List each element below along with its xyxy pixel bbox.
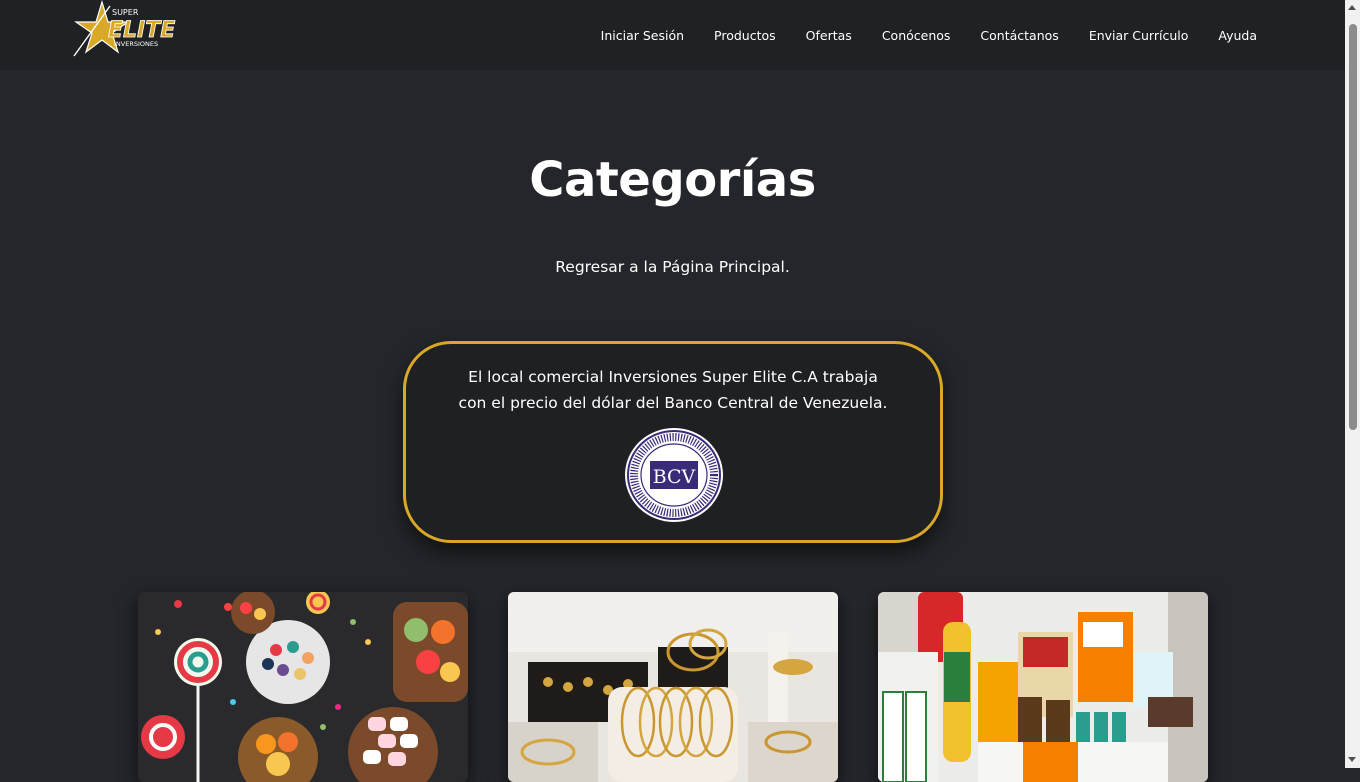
jewelry-image (508, 592, 838, 782)
scroll-down-arrow-icon[interactable] (1348, 757, 1356, 762)
nav-help-link[interactable]: Ayuda (1218, 28, 1257, 43)
page-scrollbar[interactable] (1345, 0, 1360, 768)
main-nav: Iniciar Sesión Productos Ofertas Conócen… (601, 0, 1257, 70)
back-to-home-link[interactable]: Regresar a la Página Principal. (0, 258, 1345, 276)
scroll-up-arrow-icon[interactable] (1348, 5, 1356, 10)
svg-text:BCV: BCV (653, 466, 696, 488)
groceries-image (878, 592, 1208, 782)
nav-contact-link[interactable]: Contáctanos (980, 28, 1058, 43)
nav-send-cv-link[interactable]: Enviar Currículo (1089, 28, 1189, 43)
nav-offers-link[interactable]: Ofertas (806, 28, 852, 43)
bcv-seal-icon: BCV (625, 428, 723, 522)
info-line-1: El local comercial Inversiones Super Eli… (468, 368, 878, 386)
nav-products-link[interactable]: Productos (714, 28, 776, 43)
category-card-groceries[interactable] (878, 592, 1208, 782)
info-line-2: con el precio del dólar del Banco Centra… (458, 394, 888, 412)
category-card-jewelry[interactable] (508, 592, 838, 782)
super-elite-logo[interactable]: SUPER ELITE INVERSIONES (72, 0, 206, 58)
bcv-info-box: El local comercial Inversiones Super Eli… (403, 341, 943, 543)
svg-text:SUPER: SUPER (112, 8, 139, 17)
site-header: SUPER ELITE INVERSIONES Iniciar Sesión P… (0, 0, 1345, 70)
nav-login-link[interactable]: Iniciar Sesión (601, 28, 684, 43)
nav-about-link[interactable]: Conócenos (882, 28, 951, 43)
bcv-info-text: El local comercial Inversiones Super Eli… (426, 364, 920, 416)
scrollbar-thumb[interactable] (1349, 24, 1357, 430)
candy-image (138, 592, 468, 782)
page-title: Categorías (529, 152, 816, 208)
category-card-candy[interactable] (138, 592, 468, 782)
svg-text:INVERSIONES: INVERSIONES (114, 40, 158, 48)
